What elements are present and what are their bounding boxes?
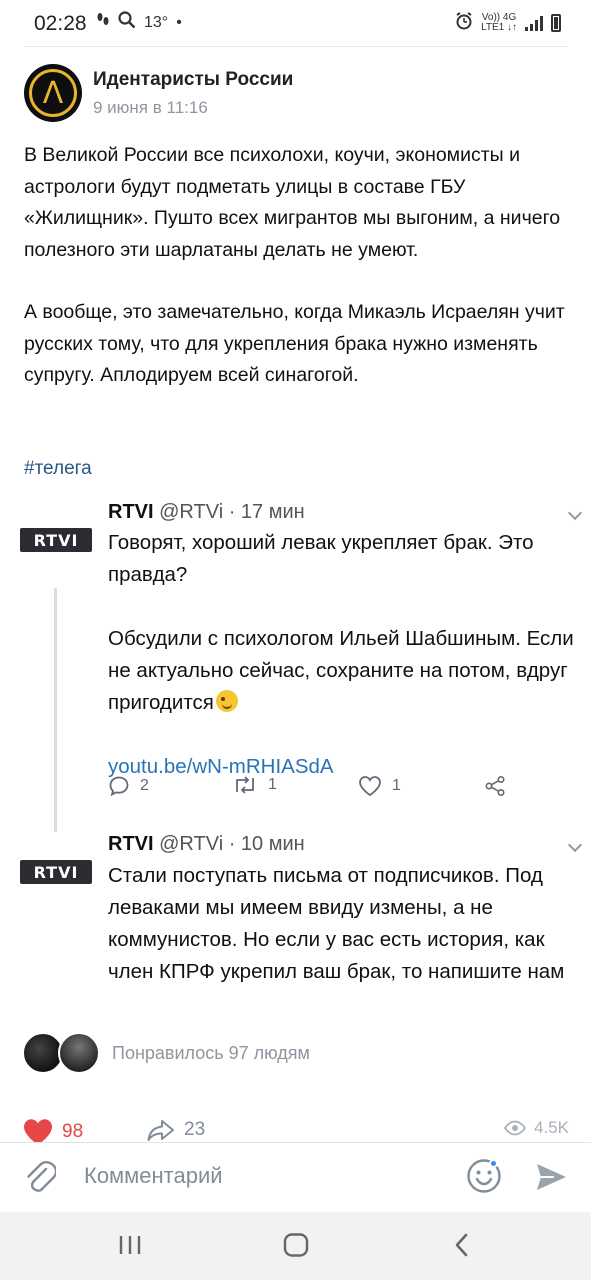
tweet-header: RTVI @RTVi · 10 мин bbox=[108, 833, 305, 856]
system-nav-bar bbox=[0, 1212, 591, 1280]
eye-icon bbox=[504, 1120, 527, 1136]
post-paragraph: В Великой России все психолохи, коучи, э… bbox=[24, 144, 561, 261]
home-icon bbox=[283, 1233, 309, 1257]
post-paragraph: А вообще, это замечательно, когда Микаэл… bbox=[24, 301, 565, 386]
divider bbox=[24, 46, 567, 47]
tweet-body: Говорят, хороший левак укрепляет брак. Э… bbox=[108, 527, 578, 783]
recent-apps-icon bbox=[119, 1236, 141, 1254]
battery-icon bbox=[551, 13, 561, 32]
comment-input[interactable]: Комментарий bbox=[84, 1163, 223, 1189]
share-button[interactable]: 23 bbox=[146, 1118, 205, 1142]
reply-icon bbox=[109, 776, 129, 797]
notification-dot bbox=[489, 1159, 498, 1168]
status-bar: 02:28 13° • Vo)) 4G LTE1 ↓↑ bbox=[0, 0, 591, 46]
rtvi-logo: RTVI bbox=[20, 528, 92, 552]
status-right-icons: Vo)) 4G LTE1 ↓↑ bbox=[455, 12, 561, 33]
comment-bar: Комментарий bbox=[0, 1142, 591, 1212]
share-arrow-icon bbox=[147, 1120, 174, 1141]
post-header[interactable]: Λ Идентаристы России 9 июня в 11:16 bbox=[24, 64, 293, 122]
views-count: 4.5K bbox=[534, 1118, 569, 1137]
search-icon bbox=[118, 11, 136, 34]
signal-icon bbox=[525, 15, 543, 31]
paperclip-icon bbox=[27, 1160, 58, 1192]
retweet-button[interactable]: 1 bbox=[232, 775, 277, 795]
tweet-body: Стали поступать письма от подписчиков. П… bbox=[108, 864, 565, 983]
reply-button[interactable]: 2 bbox=[108, 775, 149, 797]
views-counter: 4.5K bbox=[504, 1118, 569, 1138]
steps-icon bbox=[96, 12, 110, 33]
tweet-actions: 2 1 1 bbox=[108, 775, 578, 805]
retweet-icon bbox=[236, 776, 254, 794]
tweet-handle: @RTVi · 17 мин bbox=[159, 501, 305, 523]
thread-line bbox=[54, 588, 57, 832]
status-time: 02:28 bbox=[34, 12, 87, 35]
back-button[interactable] bbox=[451, 1230, 473, 1265]
heart-outline-icon bbox=[359, 776, 381, 797]
chevron-down-icon[interactable] bbox=[567, 837, 583, 853]
alarm-icon bbox=[455, 12, 473, 33]
attach-button[interactable] bbox=[24, 1159, 58, 1200]
like-count: 98 bbox=[62, 1121, 84, 1142]
home-button[interactable] bbox=[281, 1230, 311, 1265]
likes-summary[interactable]: Понравилось 97 людям bbox=[22, 1032, 310, 1074]
tweet-header: RTVI @RTVi · 17 мин bbox=[108, 501, 305, 524]
group-avatar[interactable]: Λ bbox=[24, 64, 82, 122]
post-date[interactable]: 9 июня в 11:16 bbox=[93, 98, 293, 118]
avatar[interactable] bbox=[58, 1032, 100, 1074]
like-tweet-button[interactable]: 1 bbox=[358, 775, 401, 797]
send-icon bbox=[537, 1164, 566, 1190]
send-button[interactable] bbox=[534, 1160, 568, 1199]
chevron-down-icon[interactable] bbox=[567, 505, 583, 521]
lambda-logo-icon: Λ bbox=[42, 76, 64, 111]
network-indicator: Vo)) 4G LTE1 ↓↑ bbox=[481, 11, 517, 33]
hashtag-link[interactable]: #телега bbox=[24, 458, 92, 480]
rtvi-logo: RTVI bbox=[20, 860, 92, 884]
tweet-author: RTVI bbox=[108, 833, 154, 855]
status-left-icons: 13° • bbox=[96, 11, 182, 34]
status-temperature: 13° bbox=[144, 13, 169, 31]
tweet-handle: @RTVi · 10 мин bbox=[159, 833, 305, 855]
status-dot: • bbox=[176, 13, 182, 31]
back-icon bbox=[455, 1233, 468, 1257]
tweet-author: RTVI bbox=[108, 501, 154, 523]
post-text: В Великой России все психолохи, коучи, э… bbox=[24, 140, 572, 392]
likes-summary-text[interactable]: Понравилось 97 людям bbox=[112, 1043, 310, 1064]
share-count: 23 bbox=[184, 1119, 206, 1140]
wink-emoji-icon bbox=[215, 690, 238, 712]
group-name[interactable]: Идентаристы России bbox=[93, 69, 293, 91]
share-icon bbox=[485, 775, 505, 797]
share-tweet-button[interactable] bbox=[484, 775, 506, 797]
recent-apps-button[interactable] bbox=[117, 1230, 143, 1265]
